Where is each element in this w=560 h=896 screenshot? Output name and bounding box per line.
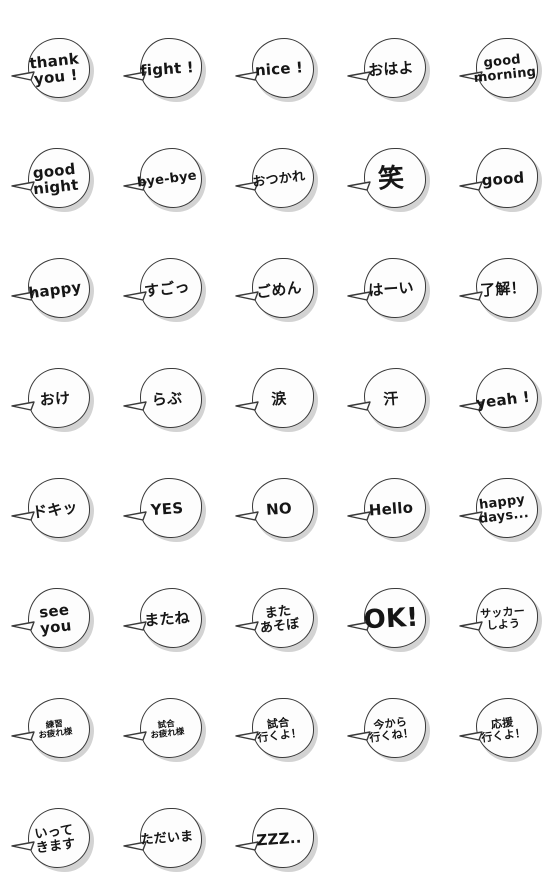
- bubble-text: またね: [143, 608, 191, 630]
- speech-bubble-sticker[interactable]: fight !: [122, 28, 214, 114]
- sticker-cell[interactable]: nice !: [224, 16, 336, 126]
- sticker-cell[interactable]: OK!: [336, 566, 448, 676]
- speech-bubble-sticker[interactable]: またね: [122, 578, 214, 664]
- speech-bubble-sticker[interactable]: ごめん: [234, 248, 326, 334]
- speech-bubble-sticker[interactable]: happy: [10, 248, 102, 334]
- speech-bubble-sticker[interactable]: 試合 行くよ！: [234, 688, 326, 774]
- sticker-cell[interactable]: また あそぼ: [224, 566, 336, 676]
- speech-bubble-sticker[interactable]: 汗: [346, 358, 438, 444]
- speech-bubble-sticker[interactable]: また あそぼ: [234, 578, 326, 664]
- sticker-cell[interactable]: fight !: [112, 16, 224, 126]
- sticker-cell[interactable]: らぶ: [112, 346, 224, 456]
- sticker-cell[interactable]: すごっ: [112, 236, 224, 346]
- sticker-cell[interactable]: 練習 お疲れ様: [0, 676, 112, 786]
- speech-bubble-sticker[interactable]: 了解！: [458, 248, 550, 334]
- bubble-text: サッカー しよう: [479, 604, 526, 633]
- bubble-text: はーい: [367, 278, 415, 300]
- speech-bubble-sticker[interactable]: YES: [122, 468, 214, 554]
- sticker-cell[interactable]: おけ: [0, 346, 112, 456]
- sticker-cell[interactable]: いって きます: [0, 786, 112, 896]
- sticker-cell[interactable]: 今から 行くね！: [336, 676, 448, 786]
- speech-bubble-sticker[interactable]: yeah !: [458, 358, 550, 444]
- sticker-cell[interactable]: またね: [112, 566, 224, 676]
- speech-bubble-sticker[interactable]: いって きます: [10, 798, 102, 884]
- sticker-cell[interactable]: 汗: [336, 346, 448, 456]
- speech-bubble-sticker[interactable]: bye-bye: [122, 138, 214, 224]
- sticker-cell[interactable]: 了解！: [448, 236, 560, 346]
- sticker-cell[interactable]: good morning: [448, 16, 560, 126]
- speech-bubble-sticker[interactable]: はーい: [346, 248, 438, 334]
- bubble-text: good night: [31, 159, 80, 199]
- speech-bubble-sticker[interactable]: nice !: [234, 28, 326, 114]
- sticker-cell[interactable]: 試合 お疲れ様: [112, 676, 224, 786]
- speech-bubble-sticker[interactable]: らぶ: [122, 358, 214, 444]
- sticker-cell[interactable]: おつかれ: [224, 126, 336, 236]
- bubble-text: 笑: [377, 163, 405, 195]
- speech-bubble-sticker[interactable]: すごっ: [122, 248, 214, 334]
- sticker-grid: thank you ! fight ! nice ! おはよ good morning g…: [0, 0, 560, 880]
- speech-bubble-sticker[interactable]: 今から 行くね！: [346, 688, 438, 774]
- bubble-text: Hello: [368, 498, 414, 520]
- sticker-cell[interactable]: ただいま: [112, 786, 224, 896]
- sticker-cell[interactable]: YES: [112, 456, 224, 566]
- speech-bubble-sticker[interactable]: おつかれ: [234, 138, 326, 224]
- sticker-cell[interactable]: ドキッ: [0, 456, 112, 566]
- sticker-cell[interactable]: はーい: [336, 236, 448, 346]
- speech-bubble-sticker[interactable]: Hello: [346, 468, 438, 554]
- sticker-cell[interactable]: サッカー しよう: [448, 566, 560, 676]
- bubble-text: see you: [38, 600, 73, 638]
- sticker-cell[interactable]: good night: [0, 126, 112, 236]
- sticker-cell[interactable]: ごめん: [224, 236, 336, 346]
- sticker-cell[interactable]: thank you !: [0, 16, 112, 126]
- speech-bubble-sticker[interactable]: see you: [10, 578, 102, 664]
- bubble-text: nice !: [254, 58, 304, 80]
- sticker-cell[interactable]: happy days...: [448, 456, 560, 566]
- speech-bubble-sticker[interactable]: good: [458, 138, 550, 224]
- speech-bubble-sticker[interactable]: NO: [234, 468, 326, 554]
- speech-bubble-sticker[interactable]: 試合 お疲れ様: [122, 688, 214, 774]
- speech-bubble-sticker[interactable]: ZZZ..: [234, 798, 326, 884]
- speech-bubble-sticker[interactable]: 笑: [346, 138, 438, 224]
- speech-bubble-sticker[interactable]: OK!: [346, 578, 438, 664]
- speech-bubble-sticker[interactable]: good morning: [458, 28, 550, 114]
- speech-bubble-sticker[interactable]: 応援 行くよ！: [458, 688, 550, 774]
- speech-bubble-sticker[interactable]: おけ: [10, 358, 102, 444]
- bubble-text: fight !: [139, 58, 195, 80]
- speech-bubble-sticker[interactable]: 練習 お疲れ様: [10, 688, 102, 774]
- speech-bubble-sticker[interactable]: ただいま: [122, 798, 214, 884]
- sticker-cell[interactable]: NO: [224, 456, 336, 566]
- speech-bubble-sticker[interactable]: thank you !: [10, 28, 102, 114]
- sticker-cell[interactable]: ZZZ..: [224, 786, 336, 896]
- sticker-cell[interactable]: yeah !: [448, 346, 560, 456]
- speech-bubble-sticker[interactable]: 涙: [234, 358, 326, 444]
- bubble-text: good: [480, 168, 526, 190]
- speech-bubble-sticker[interactable]: happy days...: [458, 468, 550, 554]
- bubble-text: ZZZ..: [255, 828, 303, 850]
- speech-bubble-sticker[interactable]: おはよ: [346, 28, 438, 114]
- speech-bubble-sticker[interactable]: ドキッ: [10, 468, 102, 554]
- speech-bubble-sticker[interactable]: good night: [10, 138, 102, 224]
- sticker-cell[interactable]: good: [448, 126, 560, 236]
- sticker-cell[interactable]: Hello: [336, 456, 448, 566]
- bubble-text: 了解！: [479, 278, 527, 300]
- speech-bubble-sticker[interactable]: サッカー しよう: [458, 578, 550, 664]
- sticker-cell[interactable]: see you: [0, 566, 112, 676]
- sticker-cell[interactable]: おはよ: [336, 16, 448, 126]
- bubble-text: thank you !: [28, 49, 80, 89]
- sticker-cell[interactable]: 応援 行くよ！: [448, 676, 560, 786]
- sticker-cell[interactable]: 涙: [224, 346, 336, 456]
- bubble-text: OK!: [362, 602, 420, 636]
- bubble-text: おはよ: [367, 58, 415, 80]
- sticker-cell[interactable]: 笑: [336, 126, 448, 236]
- sticker-cell[interactable]: 試合 行くよ！: [224, 676, 336, 786]
- sticker-cell[interactable]: happy: [0, 236, 112, 346]
- sticker-cell[interactable]: bye-bye: [112, 126, 224, 236]
